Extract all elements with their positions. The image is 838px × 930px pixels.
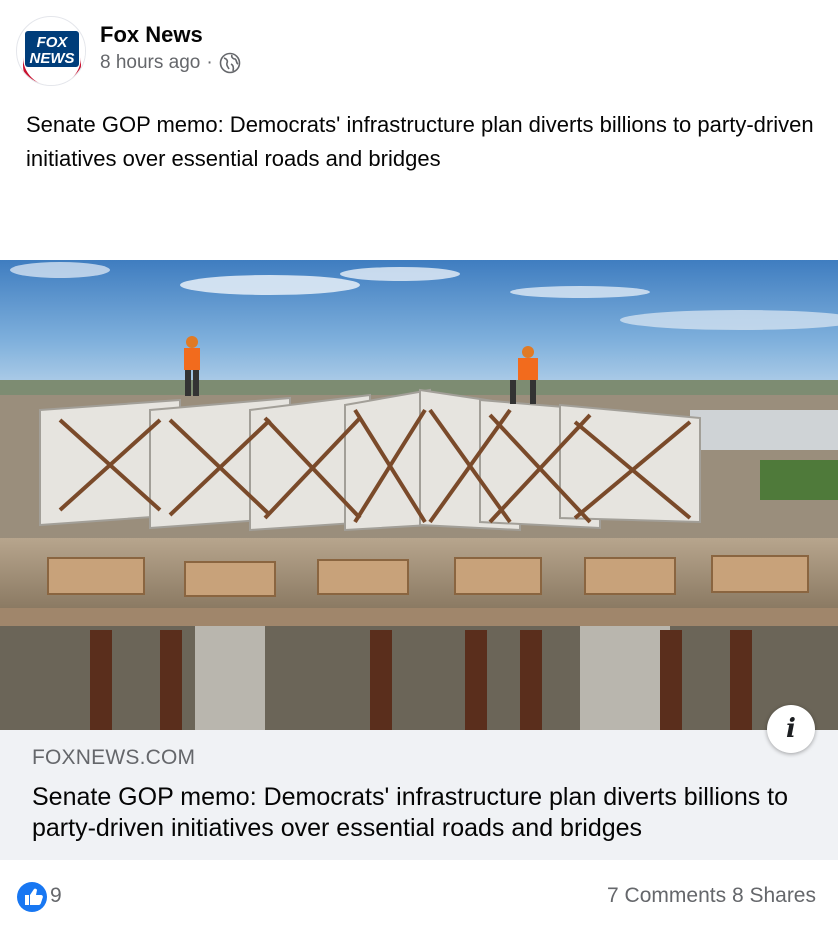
- post-header: FOX NEWS channel Fox News 8 hours ago ·: [16, 16, 822, 88]
- like-count[interactable]: 9: [50, 884, 62, 908]
- logo-line-fox: FOX: [37, 34, 69, 51]
- link-title[interactable]: Senate GOP memo: Democrats' infrastructu…: [32, 782, 822, 844]
- globe-icon: [219, 52, 240, 74]
- meta-separator: ·: [206, 52, 213, 73]
- engagement-counts: 7 Comments 8 Shares: [607, 884, 816, 908]
- post-time[interactable]: 8 hours ago: [100, 52, 200, 74]
- page-name[interactable]: Fox News: [100, 22, 203, 48]
- post-text: Senate GOP memo: Democrats' infrastructu…: [26, 112, 814, 171]
- post-meta: 8 hours ago ·: [100, 52, 241, 74]
- link-domain: FOXNEWS.COM: [32, 746, 196, 769]
- link-preview-card[interactable]: FOXNEWS.COM Senate GOP memo: Democrats' …: [0, 730, 838, 860]
- logo-line-channel: channel: [37, 70, 67, 79]
- bridge-construction-photo: [0, 260, 838, 730]
- shares-count[interactable]: 8 Shares: [732, 884, 816, 907]
- comments-count[interactable]: 7 Comments: [607, 884, 726, 907]
- like-reaction-icon[interactable]: [16, 881, 48, 913]
- post-footer: 9 7 Comments 8 Shares: [16, 878, 822, 918]
- fox-news-avatar[interactable]: FOX NEWS channel: [16, 16, 86, 86]
- fox-news-logo: FOX NEWS channel: [18, 18, 85, 85]
- logo-line-news: NEWS: [30, 50, 75, 67]
- article-image[interactable]: [0, 260, 838, 730]
- info-icon[interactable]: i: [767, 705, 815, 753]
